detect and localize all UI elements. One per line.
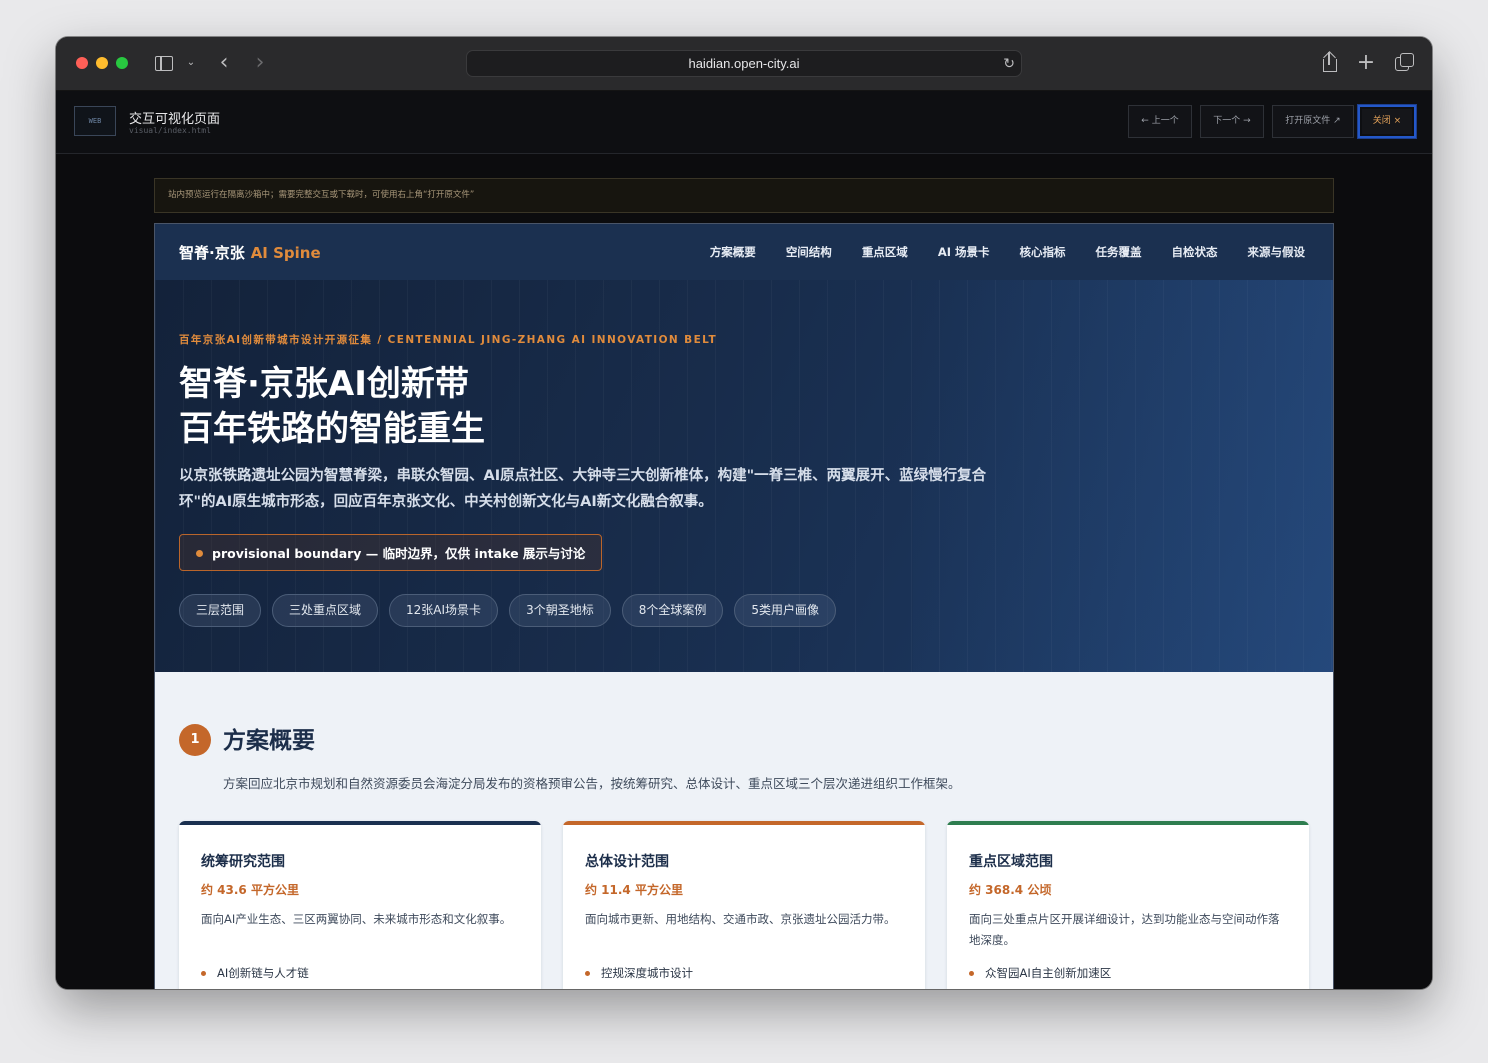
sandbox-notice: 站内预览运行在隔离沙箱中；需要完整交互或下载时，可使用右上角“打开原文件”	[154, 178, 1334, 213]
card-value: 约 11.4 平方公里	[585, 883, 683, 897]
hero-title-line-2: 百年铁路的智能重生	[179, 409, 485, 449]
nav-link-self-check[interactable]: 自检状态	[1172, 244, 1218, 260]
section-number-badge: 1	[179, 724, 211, 756]
viewer-title: 交互可视化页面	[129, 112, 221, 127]
browser-window: ⌄ ‹ › haidian.open-city.ai ↻ + WEB 交互可视化…	[56, 37, 1432, 989]
card-title: 重点区域范围	[969, 854, 1053, 870]
chip-user-personas[interactable]: 5类用户画像	[734, 594, 836, 627]
new-tab-icon[interactable]: +	[1356, 51, 1376, 75]
minimize-window-button[interactable]	[96, 57, 108, 69]
address-bar[interactable]: haidian.open-city.ai ↻	[466, 50, 1022, 77]
card-list-item: 控规深度城市设计	[585, 965, 693, 981]
card-value: 约 43.6 平方公里	[201, 883, 299, 897]
nav-link-task-coverage[interactable]: 任务覆盖	[1096, 244, 1142, 260]
scope-card-key-areas: 重点区域范围 约 368.4 公顷 面向三处重点片区开展详细设计，达到功能业态与…	[947, 821, 1309, 989]
tab-overview-icon[interactable]	[1393, 51, 1415, 75]
hero-title: 智脊·京张AI创新带 百年铁路的智能重生	[179, 362, 485, 452]
preview-stage: 站内预览运行在隔离沙箱中；需要完整交互或下载时，可使用右上角“打开原文件” 智脊…	[56, 154, 1432, 989]
sidebar-toggle-icon[interactable]	[153, 51, 175, 75]
hero-kicker: 百年京张AI创新带城市设计开源征集 / CENTENNIAL JING-ZHAN…	[179, 334, 718, 346]
back-arrow-icon[interactable]: ‹	[216, 51, 232, 75]
share-icon[interactable]	[1319, 51, 1339, 75]
status-dot-icon	[196, 550, 203, 557]
hero-title-line-1: 智脊·京张AI创新带	[179, 364, 469, 404]
card-title: 统筹研究范围	[201, 854, 285, 870]
nav-link-overview[interactable]: 方案概要	[710, 244, 756, 260]
nav-link-key-areas[interactable]: 重点区域	[862, 244, 908, 260]
section-title: 方案概要	[223, 728, 315, 754]
close-viewer-button[interactable]: 关闭 ×	[1357, 104, 1417, 139]
card-accent-bar	[947, 821, 1309, 825]
hero-chips: 三层范围 三处重点区域 12张AI场景卡 3个朝圣地标 8个全球案例 5类用户画…	[179, 594, 847, 627]
chip-global-cases[interactable]: 8个全球案例	[621, 594, 724, 627]
chip-key-areas[interactable]: 三处重点区域	[272, 594, 379, 627]
preview-frame: 智脊·京张 AI Spine 方案概要 空间结构 重点区域 AI 场景卡 核心指标…	[154, 223, 1334, 989]
site-logo[interactable]: 智脊·京张 AI Spine	[179, 242, 321, 263]
card-description: 面向三处重点片区开展详细设计，达到功能业态与空间动作落地深度。	[969, 912, 1280, 947]
next-button[interactable]: 下一个 →	[1200, 105, 1264, 138]
viewer-toolbar: WEB 交互可视化页面 visual/index.html ← 上一个 下一个 …	[56, 91, 1432, 154]
card-list-item: AI创新链与人才链	[201, 965, 309, 981]
brand-accent: AI Spine	[250, 244, 321, 262]
card-accent-bar	[179, 821, 541, 825]
nav-link-core-metrics[interactable]: 核心指标	[1020, 244, 1066, 260]
card-list-item: 众智园AI自主创新加速区	[969, 965, 1111, 981]
nav-link-spatial-structure[interactable]: 空间结构	[786, 244, 832, 260]
url-text: haidian.open-city.ai	[688, 56, 800, 71]
hero-section: 百年京张AI创新带城市设计开源征集 / CENTENNIAL JING-ZHAN…	[155, 280, 1333, 672]
card-title: 总体设计范围	[585, 854, 669, 870]
card-value: 约 368.4 公顷	[969, 883, 1052, 897]
chevron-down-icon[interactable]: ⌄	[184, 51, 198, 75]
site-nav-links: 方案概要 空间结构 重点区域 AI 场景卡 核心指标 任务覆盖 自检状态 来源与…	[680, 244, 1305, 260]
chip-scope-layers[interactable]: 三层范围	[179, 594, 262, 627]
browser-titlebar: ⌄ ‹ › haidian.open-city.ai ↻ +	[56, 37, 1432, 91]
nav-link-sources[interactable]: 来源与假设	[1248, 244, 1306, 260]
scope-card-research: 统筹研究范围 约 43.6 平方公里 面向AI产业生态、三区两翼协同、未来城市形…	[179, 821, 541, 989]
chip-landmarks[interactable]: 3个朝圣地标	[509, 594, 611, 627]
close-window-button[interactable]	[76, 57, 88, 69]
chip-ai-scenario-cards[interactable]: 12张AI场景卡	[389, 594, 499, 627]
forward-arrow-icon[interactable]: ›	[252, 51, 268, 75]
card-description: 面向AI产业生态、三区两翼协同、未来城市形态和文化叙事。	[201, 912, 512, 926]
zoom-window-button[interactable]	[116, 57, 128, 69]
boundary-text: provisional boundary — 临时边界，仅供 intake 展示…	[212, 546, 586, 561]
scope-card-design: 总体设计范围 约 11.4 平方公里 面向城市更新、用地结构、交通市政、京张遗址…	[563, 821, 925, 989]
site-navbar: 智脊·京张 AI Spine 方案概要 空间结构 重点区域 AI 场景卡 核心指标…	[155, 224, 1333, 280]
previous-button[interactable]: ← 上一个	[1128, 105, 1192, 138]
section-description: 方案回应北京市规划和自然资源委员会海淀分局发布的资格预审公告，按统筹研究、总体设…	[223, 776, 961, 791]
brand-main: 智脊·京张	[179, 244, 245, 262]
card-accent-bar	[563, 821, 925, 825]
overview-section: 1 方案概要 方案回应北京市规划和自然资源委员会海淀分局发布的资格预审公告，按统…	[155, 672, 1333, 989]
reload-icon[interactable]: ↻	[1003, 52, 1015, 77]
provisional-boundary-badge: provisional boundary — 临时边界，仅供 intake 展示…	[179, 534, 603, 571]
file-type-badge: WEB	[74, 106, 116, 136]
nav-link-ai-scenarios[interactable]: AI 场景卡	[938, 244, 990, 260]
open-original-button[interactable]: 打开原文件 ↗	[1272, 105, 1354, 138]
viewer-file-path: visual/index.html	[129, 126, 211, 135]
hero-lead: 以京张铁路遗址公园为智慧脊梁，串联众智园、AI原点社区、大钟寺三大创新椎体，构建…	[179, 468, 987, 510]
card-description: 面向城市更新、用地结构、交通市政、京张遗址公园活力带。	[585, 912, 896, 926]
